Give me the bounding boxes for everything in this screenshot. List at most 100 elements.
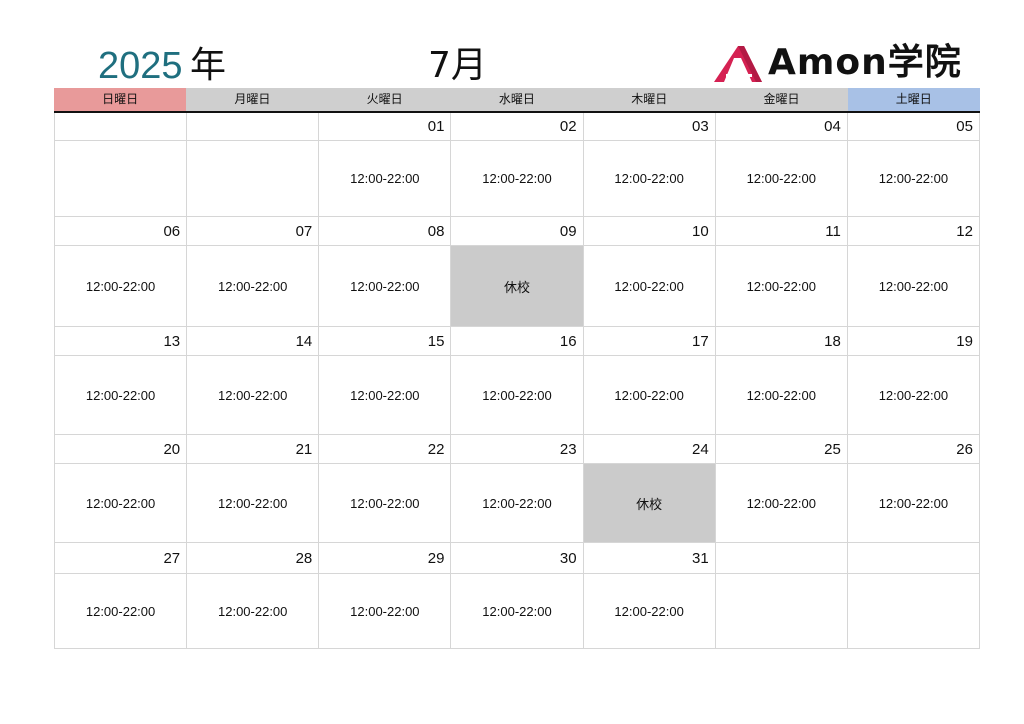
weekday-thursday: 木曜日 — [583, 88, 716, 111]
date-line: 13 14 15 16 17 18 19 — [55, 327, 980, 356]
day-number: 05 — [847, 113, 980, 141]
year-number: 2025 — [98, 45, 183, 87]
opening-hours: 12:00-22:00 — [319, 464, 452, 543]
opening-hours: 12:00-22:00 — [55, 246, 188, 327]
week-row: 27 28 29 30 31 12:00-22:00 12:00-22:00 12:00-22… — [55, 543, 980, 649]
day-number: 29 — [319, 543, 452, 574]
opening-hours: 12:00-22:00 — [451, 464, 584, 543]
day-number: 26 — [847, 435, 980, 464]
date-line: 01 02 03 04 05 — [55, 113, 980, 141]
opening-hours: 12:00-22:00 — [187, 574, 320, 649]
week-row: 13 14 15 16 17 18 19 12:00-22:00 12:00-22:00 12:0… — [55, 327, 980, 435]
opening-hours: 12:00-22:00 — [319, 141, 452, 217]
date-line: 06 07 08 09 10 11 12 — [55, 217, 980, 246]
date-line: 20 21 22 23 24 25 26 — [55, 435, 980, 464]
day-number: 24 — [583, 435, 716, 464]
opening-hours: 12:00-22:00 — [583, 246, 716, 327]
day-number: 21 — [187, 435, 320, 464]
opening-hours: 12:00-22:00 — [847, 356, 980, 435]
day-number: 13 — [55, 327, 188, 356]
week-row: 06 07 08 09 10 11 12 12:00-22:00 12:00-22:00 12:0… — [55, 217, 980, 327]
logo-mark-icon — [714, 46, 762, 82]
opening-hours: 12:00-22:00 — [55, 356, 188, 435]
date-line: 27 28 29 30 31 — [55, 543, 980, 574]
opening-hours: 12:00-22:00 — [319, 574, 452, 649]
day-number: 12 — [847, 217, 980, 246]
event-line: 12:00-22:00 12:00-22:00 12:00-22:00 12:00-2… — [55, 464, 980, 543]
day-number: 04 — [715, 113, 848, 141]
opening-hours: 12:00-22:00 — [583, 356, 716, 435]
day-number — [715, 543, 848, 574]
week-row: 20 21 22 23 24 25 26 12:00-22:00 12:00-22:00 12:0… — [55, 435, 980, 543]
opening-hours — [847, 574, 980, 649]
weekday-tuesday: 火曜日 — [318, 88, 451, 111]
opening-hours: 12:00-22:00 — [187, 464, 320, 543]
opening-hours: 12:00-22:00 — [451, 141, 584, 217]
opening-hours — [55, 141, 188, 217]
calendar-grid: 日曜日 月曜日 火曜日 水曜日 木曜日 金曜日 土曜日 01 02 03 04 05 12… — [54, 88, 980, 649]
day-number: 20 — [55, 435, 188, 464]
day-number — [847, 543, 980, 574]
day-number — [187, 113, 320, 141]
opening-hours: 12:00-22:00 — [715, 141, 848, 217]
day-number: 30 — [451, 543, 584, 574]
day-number: 22 — [319, 435, 452, 464]
opening-hours: 12:00-22:00 — [451, 574, 584, 649]
day-number: 17 — [583, 327, 716, 356]
event-line: 12:00-22:00 12:00-22:00 12:00-22:00 12:00-2… — [55, 574, 980, 649]
day-number: 01 — [319, 113, 452, 141]
day-number: 11 — [715, 217, 848, 246]
day-number: 10 — [583, 217, 716, 246]
month-title: 7月 — [428, 45, 487, 86]
day-number: 28 — [187, 543, 320, 574]
opening-hours — [715, 574, 848, 649]
day-number: 16 — [451, 327, 584, 356]
opening-hours: 12:00-22:00 — [847, 246, 980, 327]
weekday-header-row: 日曜日 月曜日 火曜日 水曜日 木曜日 金曜日 土曜日 — [54, 88, 980, 113]
event-line: 12:00-22:00 12:00-22:00 12:00-22:00 12:00-2… — [55, 356, 980, 435]
day-number: 08 — [319, 217, 452, 246]
day-number: 27 — [55, 543, 188, 574]
opening-hours: 12:00-22:00 — [583, 574, 716, 649]
day-number — [55, 113, 188, 141]
opening-hours: 12:00-22:00 — [583, 141, 716, 217]
opening-hours: 12:00-22:00 — [187, 356, 320, 435]
day-number: 09 — [451, 217, 584, 246]
event-line: 12:00-22:00 12:00-22:00 12:00-22:00 12:00-2… — [55, 141, 980, 217]
closed-day-label: 休校 — [451, 246, 584, 327]
day-number: 06 — [55, 217, 188, 246]
opening-hours — [187, 141, 320, 217]
closed-day-label: 休校 — [583, 464, 716, 543]
opening-hours: 12:00-22:00 — [187, 246, 320, 327]
day-number: 15 — [319, 327, 452, 356]
weekday-monday: 月曜日 — [186, 88, 319, 111]
opening-hours: 12:00-22:00 — [715, 464, 848, 543]
opening-hours: 12:00-22:00 — [847, 141, 980, 217]
weekday-saturday: 土曜日 — [847, 88, 980, 111]
weekday-wednesday: 水曜日 — [450, 88, 584, 111]
opening-hours: 12:00-22:00 — [319, 246, 452, 327]
day-number: 14 — [187, 327, 320, 356]
day-number: 07 — [187, 217, 320, 246]
weeks-container: 01 02 03 04 05 12:00-22:00 12:00-22:00 12:00-22… — [54, 113, 980, 649]
brand-logo: Amon学院 — [712, 42, 982, 84]
weekday-friday: 金曜日 — [715, 88, 848, 111]
day-number: 25 — [715, 435, 848, 464]
event-line: 12:00-22:00 12:00-22:00 12:00-22:00 休校 12:00… — [55, 246, 980, 327]
day-number: 19 — [847, 327, 980, 356]
year-suffix: 年 — [190, 45, 227, 86]
opening-hours: 12:00-22:00 — [847, 464, 980, 543]
opening-hours: 12:00-22:00 — [55, 464, 188, 543]
week-row: 01 02 03 04 05 12:00-22:00 12:00-22:00 12:00-22… — [55, 113, 980, 217]
day-number: 31 — [583, 543, 716, 574]
opening-hours: 12:00-22:00 — [451, 356, 584, 435]
calendar-header: 2025 年 7月 Amon学院 — [0, 0, 1024, 88]
day-number: 23 — [451, 435, 584, 464]
weekday-sunday: 日曜日 — [54, 88, 187, 111]
opening-hours: 12:00-22:00 — [715, 356, 848, 435]
logo-text: Amon学院 — [768, 42, 962, 83]
day-number: 02 — [451, 113, 584, 141]
day-number: 18 — [715, 327, 848, 356]
opening-hours: 12:00-22:00 — [715, 246, 848, 327]
opening-hours: 12:00-22:00 — [55, 574, 188, 649]
